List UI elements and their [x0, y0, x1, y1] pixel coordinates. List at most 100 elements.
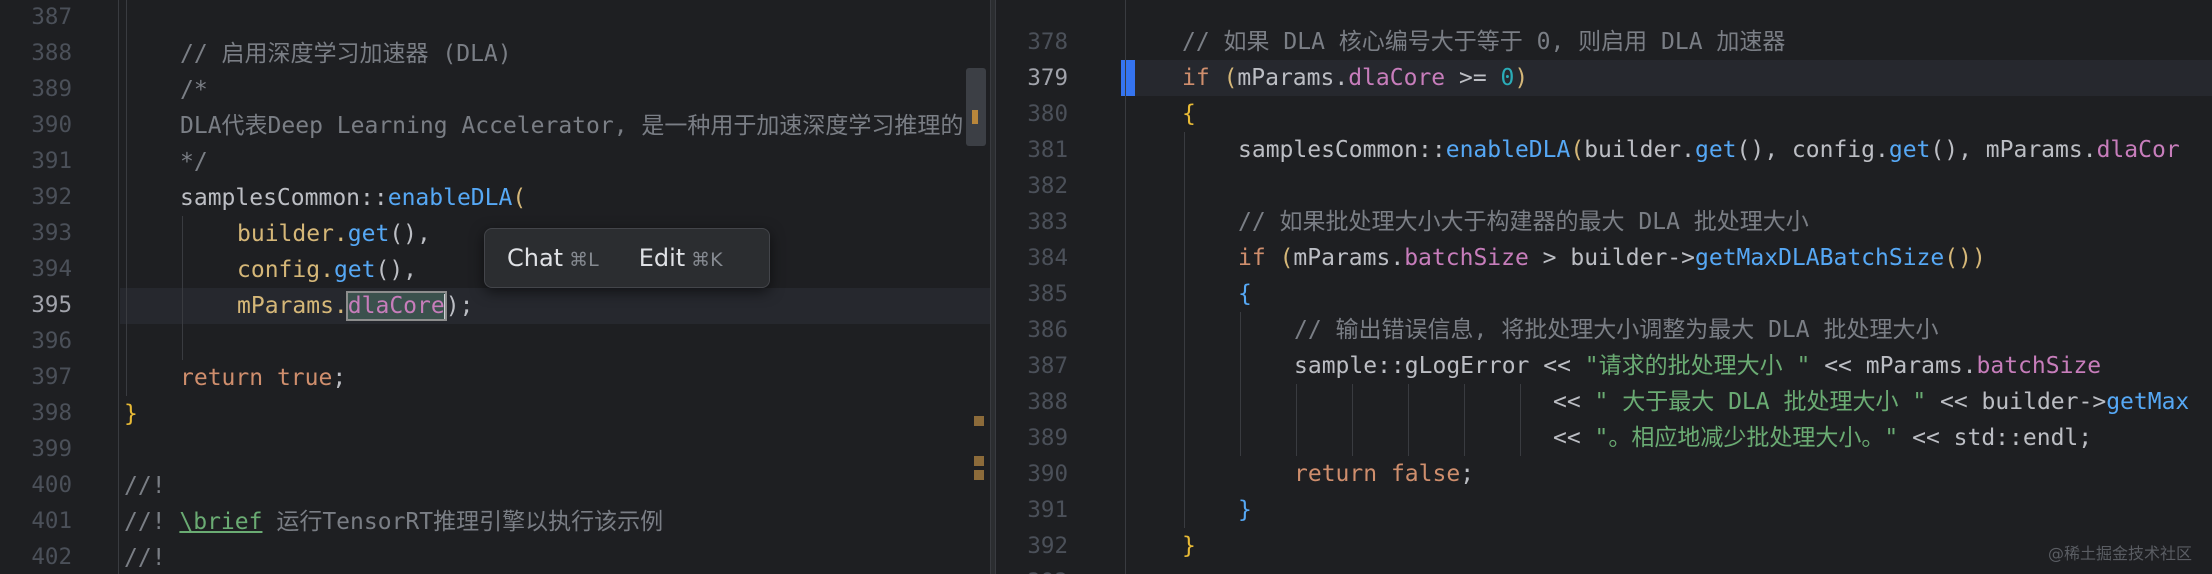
scrollbar-thumb[interactable]	[966, 68, 986, 146]
code-token: (), mParams.	[1930, 137, 2097, 163]
code-line[interactable]: // 如果批处理大小大于构建器的最大 DLA 批处理大小	[1182, 204, 1809, 240]
line-number: 384	[1027, 245, 1068, 271]
line-number: 391	[1027, 497, 1068, 523]
line-number: 389	[1027, 425, 1068, 451]
code-line[interactable]: // 如果 DLA 核心编号大于等于 0, 则启用 DLA 加速器	[1182, 24, 1785, 60]
code-token: batchSize	[1976, 353, 2102, 379]
code-line[interactable]: // 启用深度学习加速器 (DLA)	[124, 36, 512, 72]
code-line[interactable]: samplesCommon::enableDLA(	[124, 180, 526, 216]
code-token: enableDLA	[1445, 137, 1571, 163]
warning-marker[interactable]	[972, 110, 978, 124]
code-line[interactable]: //!	[124, 540, 166, 574]
code-token: get	[333, 257, 376, 283]
line-number: 398	[31, 400, 72, 426]
code-token: true	[276, 365, 333, 391]
code-line[interactable]: << " 大于最大 DLA 批处理大小 " << builder->getMax	[1182, 384, 2189, 420]
ai-action-popup: Chat ⌘L Edit ⌘K	[484, 228, 770, 288]
line-number: 387	[31, 4, 72, 30]
edit-shortcut: ⌘K	[691, 249, 723, 271]
current-line-number: 379	[1027, 65, 1068, 91]
chat-button[interactable]: Chat ⌘L	[507, 244, 599, 272]
code-token: if	[1238, 245, 1266, 271]
scroll-marker[interactable]	[974, 470, 984, 480]
gutter-divider	[118, 0, 119, 574]
chat-shortcut: ⌘L	[569, 249, 599, 271]
code-line[interactable]: builder.get(),	[124, 216, 431, 252]
code-line[interactable]: return true;	[124, 360, 346, 396]
code-line[interactable]: << "。相应地减少批处理大小。" << std::endl;	[1182, 420, 2092, 456]
code-token: if	[1182, 65, 1210, 91]
code-token: getMax	[2106, 389, 2190, 415]
code-line[interactable]: /*	[124, 72, 208, 108]
code-line[interactable]: {	[1182, 276, 1252, 312]
right-line-number-gutter[interactable]: 377 378 379 380 381 382 383 384 385 386 …	[996, 0, 1126, 574]
code-token: << mParams.	[1810, 353, 1977, 379]
left-line-number-gutter[interactable]: 387 388 389 390 391 392 393 394 395 396 …	[0, 0, 120, 574]
code-token: (),	[389, 221, 431, 247]
code-token: dlaCor	[2096, 137, 2180, 163]
chat-label: Chat	[507, 244, 564, 272]
code-line[interactable]: samplesCommon::enableDLA(builder.get(), …	[1182, 132, 2180, 168]
code-token: mParams.	[237, 293, 348, 319]
code-line[interactable]: }	[124, 396, 138, 432]
code-line[interactable]: {	[1182, 96, 1196, 132]
code-token: >=	[1445, 65, 1501, 91]
code-token: get	[347, 221, 390, 247]
edit-label: Edit	[638, 244, 686, 272]
line-number: 380	[1027, 101, 1068, 127]
line-number: 400	[31, 472, 72, 498]
code-token: (), config.	[1736, 137, 1889, 163]
code-token: builder.	[1584, 137, 1695, 163]
scroll-marker[interactable]	[974, 456, 984, 466]
line-number: 385	[1027, 281, 1068, 307]
code-token: config.	[237, 257, 334, 283]
code-token: batchSize	[1404, 245, 1529, 271]
code-token: \brief	[179, 509, 263, 535]
code-token: << builder->	[1926, 389, 2107, 415]
code-token: mParams.	[1237, 65, 1349, 91]
code-token: get	[1694, 137, 1737, 163]
code-token: << std::endl;	[1898, 425, 2093, 451]
scroll-marker[interactable]	[974, 416, 984, 426]
current-line-number: 395	[31, 292, 72, 318]
line-number: 402	[31, 544, 72, 570]
code-line[interactable]: // 输出错误信息, 将批处理大小调整为最大 DLA 批处理大小	[1182, 312, 1938, 348]
code-token: <<	[1553, 389, 1595, 415]
code-line[interactable]: return false;	[1182, 456, 1474, 492]
right-editor-pane[interactable]: 377 378 379 380 381 382 383 384 385 386 …	[996, 0, 2212, 574]
code-line[interactable]: */	[124, 144, 208, 180]
edit-button[interactable]: Edit ⌘K	[639, 244, 723, 272]
code-token: 运行TensorRT推理引擎以执行该示例	[262, 509, 664, 535]
selected-word[interactable]: dlaCore	[345, 291, 447, 321]
line-number: 381	[1027, 137, 1068, 163]
code-line[interactable]: DLA代表Deep Learning Accelerator, 是一种用于加速深…	[124, 108, 963, 144]
line-number: 394	[31, 256, 72, 282]
line-number: 397	[31, 364, 72, 390]
code-token: (	[1223, 65, 1238, 91]
line-number: 377	[996, 0, 1068, 8]
code-line-current[interactable]: mParams.dlaCore);	[124, 288, 473, 324]
code-line-current[interactable]: if (mParams.dlaCore >= 0)	[1182, 60, 1528, 96]
code-line[interactable]: config.get(),	[124, 252, 417, 288]
code-token: " 大于最大 DLA 批处理大小 "	[1594, 389, 1927, 415]
code-line[interactable]: sample::gLogError << "请求的批处理大小 " << mPar…	[1182, 348, 2101, 384]
line-number: 388	[1027, 389, 1068, 415]
code-line[interactable]: }	[1182, 492, 1252, 528]
line-number: 392	[1027, 533, 1068, 559]
code-token: enableDLA	[387, 185, 513, 211]
code-token: "请求的批处理大小 "	[1584, 353, 1811, 379]
line-number: 382	[1027, 173, 1068, 199]
line-number: 401	[31, 508, 72, 534]
code-token: samplesCommon::	[1238, 137, 1446, 163]
code-line[interactable]: if (mParams.batchSize > builder->getMaxD…	[1182, 240, 1986, 276]
code-line[interactable]: //! \brief 运行TensorRT推理引擎以执行该示例	[124, 504, 663, 540]
line-number: 387	[1027, 353, 1068, 379]
line-number: 399	[31, 436, 72, 462]
code-token: (	[512, 185, 527, 211]
code-line[interactable]: }	[1182, 528, 1196, 564]
code-line[interactable]: //!	[124, 468, 166, 504]
code-token: return	[180, 365, 264, 391]
line-number: 391	[31, 148, 72, 174]
line-number: 390	[1027, 461, 1068, 487]
code-token: )	[1514, 65, 1529, 91]
